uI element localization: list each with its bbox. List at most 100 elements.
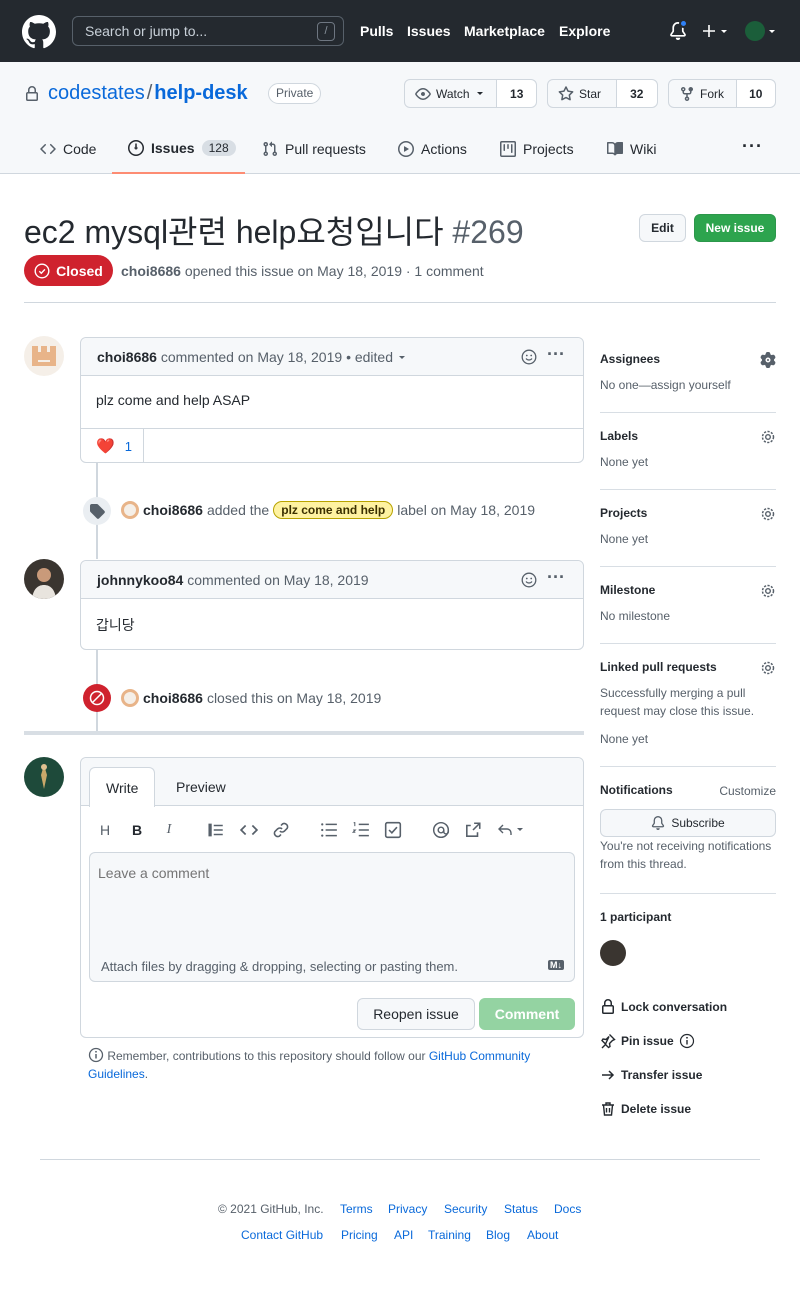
mention-icon[interactable] bbox=[432, 821, 450, 839]
comment-timestamp[interactable]: commented on May 18, 2019 bbox=[161, 349, 342, 365]
milestone-heading[interactable]: Milestone bbox=[600, 583, 776, 597]
issue-author-link[interactable]: choi8686 bbox=[121, 263, 181, 279]
participant-avatar[interactable] bbox=[600, 940, 626, 966]
watch-count[interactable]: 13 bbox=[497, 80, 536, 107]
comment-textarea[interactable] bbox=[89, 852, 575, 952]
unordered-list-icon[interactable] bbox=[320, 821, 338, 839]
footer-link-docs[interactable]: Docs bbox=[554, 1202, 581, 1216]
edit-button[interactable]: Edit bbox=[639, 214, 686, 242]
lock-conversation-action[interactable]: Lock conversation bbox=[600, 999, 727, 1015]
gear-icon[interactable] bbox=[760, 352, 776, 368]
commenter-avatar[interactable] bbox=[24, 559, 64, 599]
assignees-heading[interactable]: Assignees bbox=[600, 352, 776, 366]
star-count[interactable]: 32 bbox=[616, 80, 657, 107]
repo-owner-link[interactable]: codestates bbox=[48, 82, 145, 104]
customize-notifications-link[interactable]: Customize bbox=[719, 784, 776, 798]
assignees-value[interactable]: No one—assign yourself bbox=[600, 376, 776, 394]
watch-button[interactable]: Watch bbox=[405, 80, 498, 107]
fork-button[interactable]: Fork bbox=[669, 80, 737, 107]
reaction-heart-button[interactable]: ❤️ 1 bbox=[81, 429, 144, 463]
italic-icon[interactable]: I bbox=[160, 821, 178, 839]
labels-heading[interactable]: Labels bbox=[600, 429, 776, 443]
plus-dropdown-icon[interactable] bbox=[702, 23, 728, 39]
footer-link-training[interactable]: Training bbox=[428, 1228, 471, 1242]
gear-icon[interactable] bbox=[760, 583, 776, 599]
footer-link-contact[interactable]: Contact GitHub bbox=[241, 1228, 323, 1242]
projects-heading[interactable]: Projects bbox=[600, 506, 776, 520]
kebab-menu-icon[interactable]: ··· bbox=[547, 567, 565, 588]
tab-pull-requests[interactable]: Pull requests bbox=[262, 132, 366, 174]
author-avatar[interactable] bbox=[24, 336, 64, 376]
tab-actions[interactable]: Actions bbox=[398, 132, 467, 174]
tab-wiki-label: Wiki bbox=[630, 141, 657, 157]
footer-link-privacy[interactable]: Privacy bbox=[388, 1202, 427, 1216]
more-tabs-button[interactable]: ··· bbox=[742, 136, 763, 157]
tab-preview[interactable]: Preview bbox=[160, 767, 242, 807]
tab-write[interactable]: Write bbox=[89, 767, 156, 807]
gear-icon[interactable] bbox=[760, 429, 776, 445]
smiley-icon[interactable] bbox=[521, 349, 537, 365]
gear-icon[interactable] bbox=[760, 506, 776, 522]
nav-marketplace[interactable]: Marketplace bbox=[464, 23, 545, 39]
guideline-post: . bbox=[144, 1067, 149, 1081]
comment-submit-button[interactable]: Comment bbox=[479, 998, 575, 1030]
ordered-list-icon[interactable] bbox=[352, 821, 370, 839]
tab-issues[interactable]: Issues 128 bbox=[112, 132, 245, 174]
quote-icon[interactable] bbox=[207, 821, 225, 839]
footer-link-security[interactable]: Security bbox=[444, 1202, 487, 1216]
smiley-icon[interactable] bbox=[521, 572, 537, 588]
nav-explore[interactable]: Explore bbox=[559, 23, 610, 39]
reaction-count: 1 bbox=[124, 438, 132, 454]
nav-issues[interactable]: Issues bbox=[407, 23, 451, 39]
avatar-chevron-down-icon[interactable] bbox=[767, 28, 777, 36]
heading-icon[interactable]: H bbox=[96, 821, 114, 839]
comment-timestamp[interactable]: commented on May 18, 2019 bbox=[187, 572, 368, 588]
footer-link-blog[interactable]: Blog bbox=[486, 1228, 510, 1242]
markdown-icon[interactable]: M↓ bbox=[548, 960, 564, 970]
pin-issue-action[interactable]: Pin issue bbox=[600, 1033, 695, 1049]
nav-pulls[interactable]: Pulls bbox=[360, 23, 393, 39]
new-issue-button[interactable]: New issue bbox=[694, 214, 776, 242]
footer-link-pricing[interactable]: Pricing bbox=[341, 1228, 378, 1242]
info-icon[interactable] bbox=[679, 1033, 695, 1049]
edited-chevron-down-icon[interactable] bbox=[397, 354, 407, 362]
cross-reference-icon[interactable] bbox=[464, 821, 482, 839]
tab-code[interactable]: Code bbox=[40, 132, 96, 174]
fork-count[interactable]: 10 bbox=[736, 80, 775, 107]
repo-name-link[interactable]: help-desk bbox=[154, 82, 247, 104]
actor-link[interactable]: choi8686 bbox=[143, 502, 203, 518]
gear-icon[interactable] bbox=[760, 660, 776, 676]
github-logo-icon[interactable] bbox=[22, 15, 56, 49]
repo-separator: / bbox=[146, 82, 153, 104]
comment-author-link[interactable]: johnnykoo84 bbox=[97, 572, 183, 588]
link-icon[interactable] bbox=[272, 821, 290, 839]
edited-dropdown[interactable]: • edited bbox=[346, 349, 393, 365]
identicon-icon bbox=[32, 346, 56, 366]
search-input[interactable]: Search or jump to... / bbox=[72, 16, 344, 46]
actor-mini-avatar[interactable] bbox=[121, 689, 139, 707]
code-icon[interactable] bbox=[240, 821, 258, 839]
label-chip[interactable]: plz come and help bbox=[273, 501, 394, 519]
tab-wiki[interactable]: Wiki bbox=[607, 132, 656, 174]
tab-projects[interactable]: Projects bbox=[500, 132, 574, 174]
comment-author-link[interactable]: choi8686 bbox=[97, 349, 157, 365]
footer-link-status[interactable]: Status bbox=[504, 1202, 538, 1216]
actor-mini-avatar[interactable] bbox=[121, 501, 139, 519]
footer-link-terms[interactable]: Terms bbox=[340, 1202, 373, 1216]
kebab-menu-icon[interactable]: ··· bbox=[547, 344, 565, 365]
user-avatar[interactable] bbox=[745, 21, 765, 41]
bold-icon[interactable]: B bbox=[128, 821, 146, 839]
task-list-icon[interactable] bbox=[384, 821, 402, 839]
attach-files-bar[interactable]: Attach files by dragging & dropping, sel… bbox=[89, 951, 575, 982]
linked-prs-heading[interactable]: Linked pull requests bbox=[600, 660, 776, 674]
star-button[interactable]: Star bbox=[548, 80, 617, 107]
reply-dropdown-icon[interactable] bbox=[497, 821, 525, 839]
reopen-issue-button[interactable]: Reopen issue bbox=[357, 998, 475, 1030]
delete-issue-action[interactable]: Delete issue bbox=[600, 1101, 691, 1117]
subscribe-button[interactable]: Subscribe bbox=[600, 809, 776, 837]
footer-link-api[interactable]: API bbox=[394, 1228, 413, 1242]
footer-link-about[interactable]: About bbox=[527, 1228, 558, 1242]
transfer-issue-action[interactable]: Transfer issue bbox=[600, 1067, 702, 1083]
actor-link[interactable]: choi8686 bbox=[143, 690, 203, 706]
current-user-avatar[interactable] bbox=[24, 757, 64, 797]
